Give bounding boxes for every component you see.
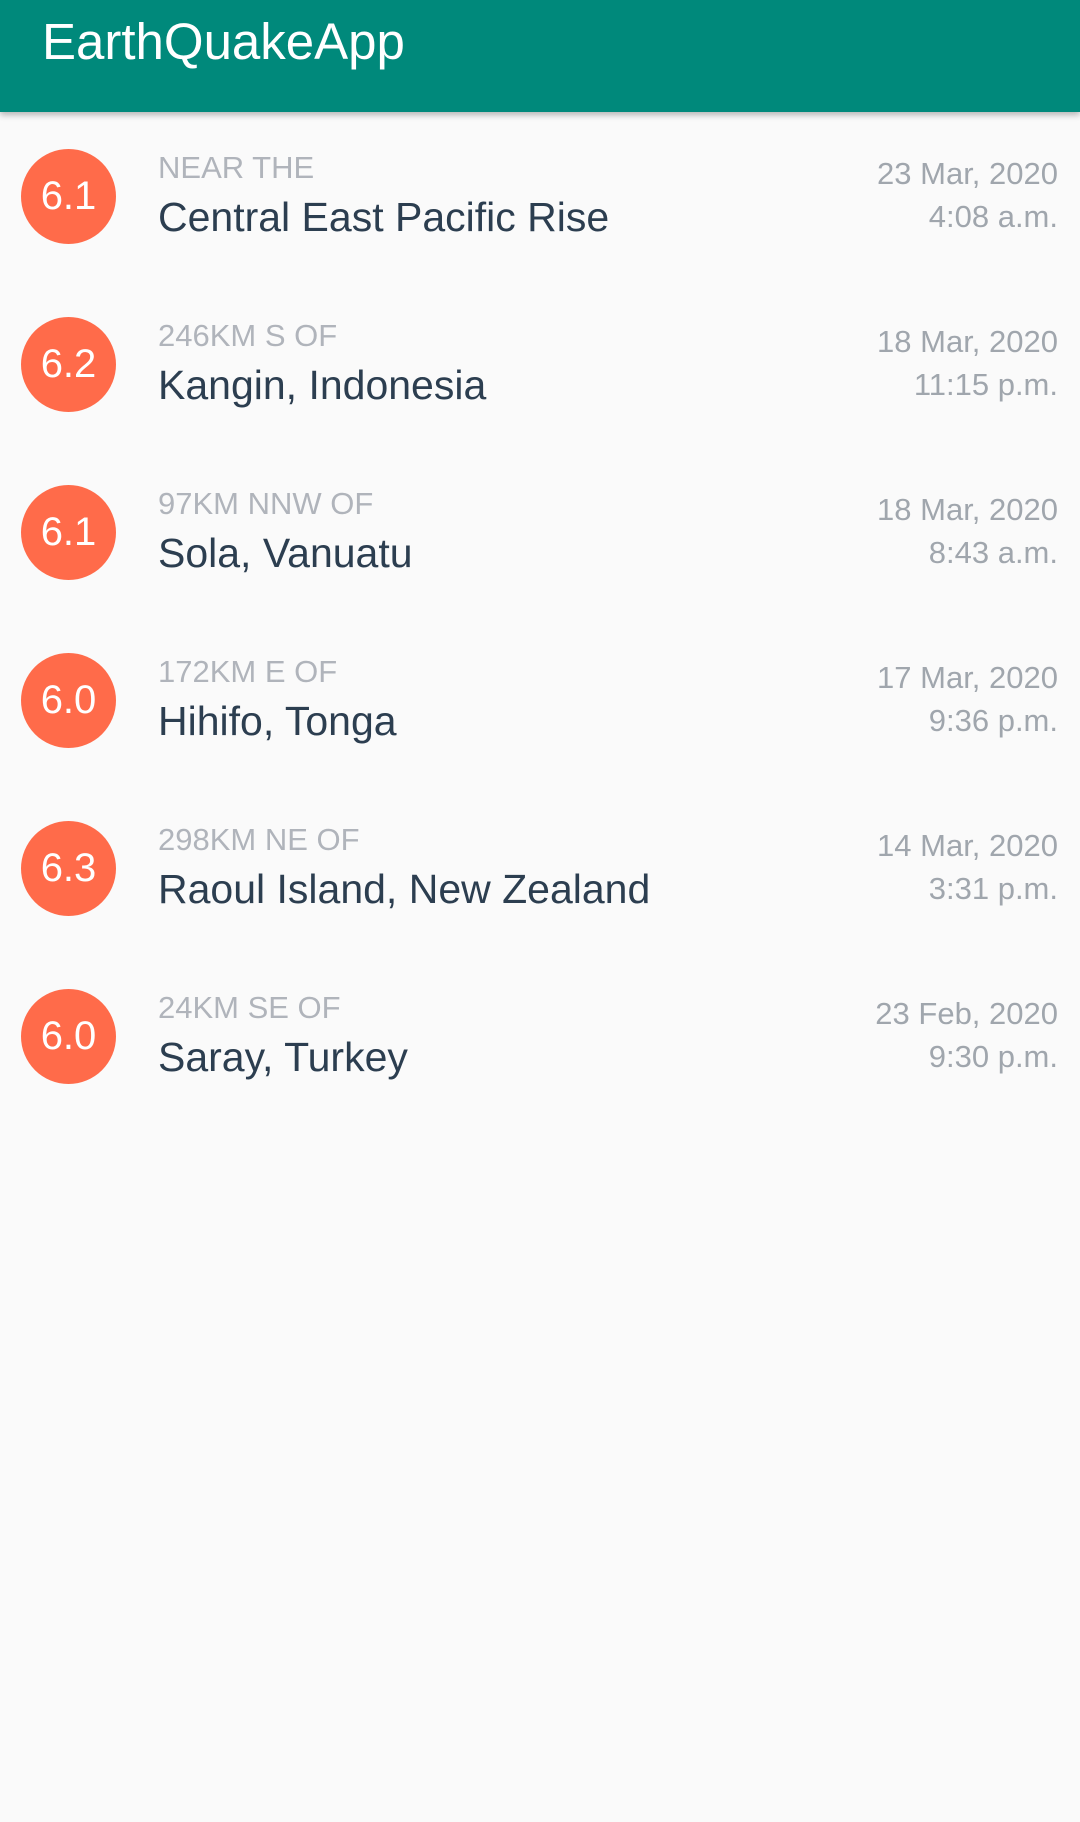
quake-date: 23 Feb, 2020 (875, 996, 1058, 1031)
quake-date: 17 Mar, 2020 (877, 660, 1058, 695)
magnitude-badge: 6.2 (21, 317, 116, 412)
location-offset: 246KM S OF (158, 318, 338, 353)
quake-date: 23 Mar, 2020 (877, 156, 1058, 191)
location-offset: 298KM NE OF (158, 822, 360, 857)
earthquake-list: 6.1 NEAR THE Central East Pacific Rise 2… (0, 112, 1080, 1120)
primary-location: Sola, Vanuatu (158, 530, 413, 576)
location-offset: 97KM NNW OF (158, 486, 374, 521)
quake-date: 18 Mar, 2020 (877, 492, 1058, 527)
earthquake-list-item[interactable]: 6.3 298KM NE OF Raoul Island, New Zealan… (0, 784, 1080, 952)
quake-date: 14 Mar, 2020 (877, 828, 1058, 863)
magnitude-badge: 6.1 (21, 485, 116, 580)
earthquake-list-item[interactable]: 6.0 172KM E OF Hihifo, Tonga 17 Mar, 202… (0, 616, 1080, 784)
app-bar: EarthQuakeApp (0, 0, 1080, 112)
magnitude-badge: 6.0 (21, 989, 116, 1084)
primary-location: Raoul Island, New Zealand (158, 866, 651, 912)
location-offset: 24KM SE OF (158, 990, 341, 1025)
magnitude-badge: 6.3 (21, 821, 116, 916)
app-title: EarthQuakeApp (42, 13, 405, 70)
primary-location: Hihifo, Tonga (158, 698, 397, 744)
earthquake-list-item[interactable]: 6.2 246KM S OF Kangin, Indonesia 18 Mar,… (0, 280, 1080, 448)
location-offset: 172KM E OF (158, 654, 338, 689)
quake-time: 4:08 a.m. (928, 199, 1058, 234)
quake-date: 18 Mar, 2020 (877, 324, 1058, 359)
earthquake-list-item[interactable]: 6.1 NEAR THE Central East Pacific Rise 2… (0, 112, 1080, 280)
quake-time: 8:43 a.m. (928, 535, 1058, 570)
quake-time: 3:31 p.m. (928, 871, 1058, 906)
magnitude-badge: 6.1 (21, 149, 116, 244)
primary-location: Kangin, Indonesia (158, 362, 487, 408)
location-offset: NEAR THE (158, 150, 315, 185)
earthquake-list-item[interactable]: 6.1 97KM NNW OF Sola, Vanuatu 18 Mar, 20… (0, 448, 1080, 616)
quake-time: 9:36 p.m. (928, 703, 1058, 738)
magnitude-badge: 6.0 (21, 653, 116, 748)
primary-location: Saray, Turkey (158, 1034, 408, 1080)
quake-time: 9:30 p.m. (928, 1039, 1058, 1074)
earthquake-list-item[interactable]: 6.0 24KM SE OF Saray, Turkey 23 Feb, 202… (0, 952, 1080, 1120)
primary-location: Central East Pacific Rise (158, 194, 610, 240)
quake-time: 11:15 p.m. (913, 367, 1058, 402)
